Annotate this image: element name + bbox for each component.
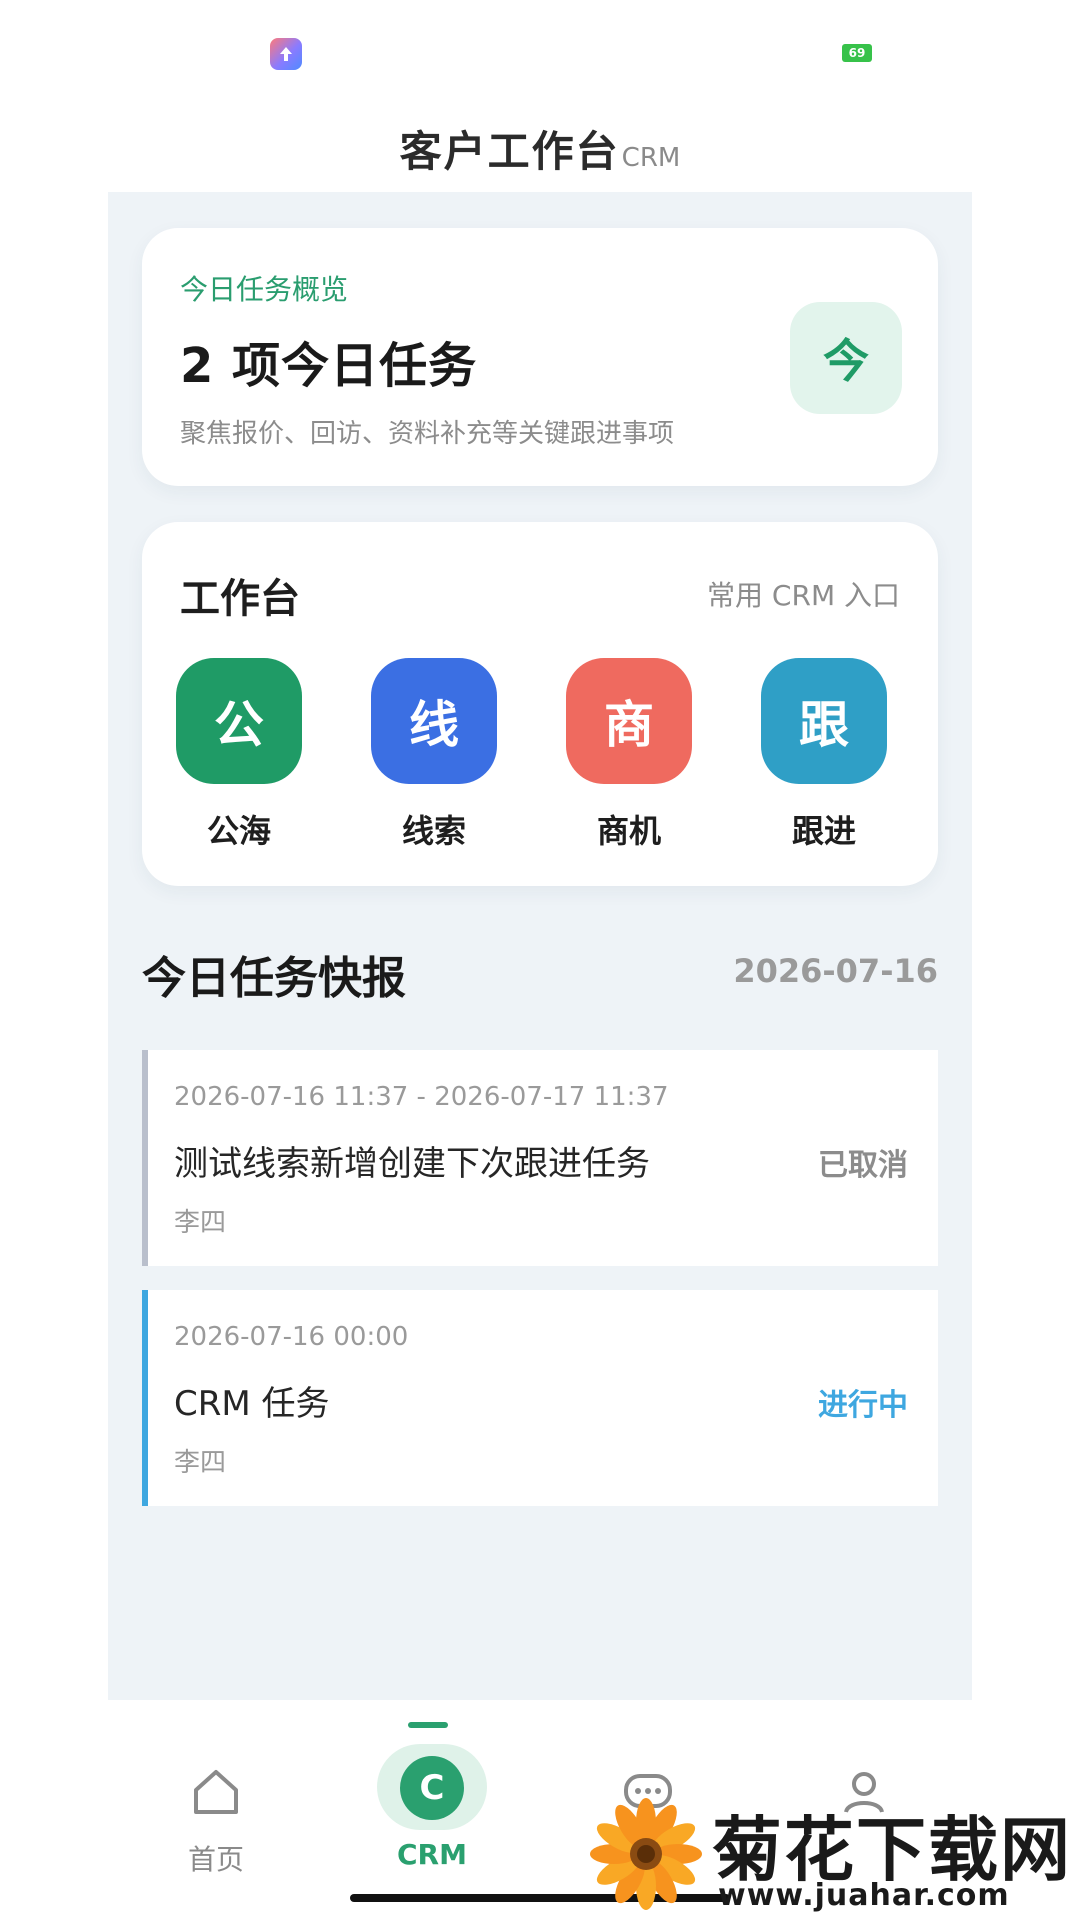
task-status-bar: [142, 1290, 148, 1506]
overview-description: 聚焦报价、回访、资料补充等关键跟进事项: [180, 419, 675, 449]
task-name: CRM 任务: [174, 1384, 330, 1424]
page-title: 客户工作台: [399, 127, 620, 176]
task-name: 测试线索新增创建下次跟进任务: [174, 1144, 650, 1184]
overview-label: 今日任务概览: [180, 273, 349, 306]
tab-home-label: 首页: [187, 1843, 244, 1876]
workbench-item-label: 公海: [206, 812, 271, 850]
tab-crm-label: CRM: [397, 1838, 467, 1871]
screen: 69 客户工作台CRM 今日任务概览 2 项今日任务 聚焦报价、回访、资料补充等…: [0, 0, 1080, 1920]
workbench-item-leads[interactable]: 线 线索: [354, 658, 514, 852]
status-bar: 69: [0, 0, 1080, 100]
active-tab-indicator: [408, 1722, 448, 1728]
public-pool-icon: 公: [176, 658, 302, 784]
tab-home[interactable]: 首页: [108, 1700, 324, 1900]
workbench-item-label: 线索: [401, 812, 466, 850]
tab-crm[interactable]: C CRM: [324, 1700, 540, 1900]
task-owner: 李四: [174, 1448, 227, 1478]
follow-up-icon: 跟: [761, 658, 887, 784]
tasks-section-title: 今日任务快报: [142, 953, 406, 1004]
task-time: 2026-07-16 11:37 - 2026-07-17 11:37: [174, 1082, 669, 1112]
workbench-item-public-pool[interactable]: 公 公海: [159, 658, 319, 852]
overview-count: 2 项今日任务: [180, 338, 478, 394]
main-content: 今日任务概览 2 项今日任务 聚焦报价、回访、资料补充等关键跟进事项 今 工作台…: [108, 192, 972, 1700]
task-status: 已取消: [818, 1148, 908, 1183]
task-item[interactable]: 2026-07-16 00:00 CRM 任务 进行中 李四: [142, 1290, 938, 1506]
task-owner: 李四: [174, 1208, 227, 1238]
workbench-item-follow-up[interactable]: 跟 跟进: [744, 658, 904, 852]
task-item[interactable]: 2026-07-16 11:37 - 2026-07-17 11:37 测试线索…: [142, 1050, 938, 1266]
tasks-section-date: 2026-07-16: [733, 952, 938, 990]
battery-icon: 69: [842, 44, 872, 62]
task-status: 进行中: [818, 1388, 908, 1423]
workbench-title: 工作台: [180, 576, 300, 622]
leads-icon: 线: [371, 658, 497, 784]
task-overview-card[interactable]: 今日任务概览 2 项今日任务 聚焦报价、回访、资料补充等关键跟进事项 今: [142, 228, 938, 486]
home-icon: [194, 1770, 238, 1814]
workbench-card: 工作台 常用 CRM 入口 公 公海 线 线索 商 商机 跟 跟进: [142, 522, 938, 886]
watermark-url: www.juahar.com: [718, 1878, 1010, 1913]
flower-logo-icon: [590, 1798, 702, 1910]
workbench-item-label: 商机: [596, 812, 661, 850]
page-subtitle: CRM: [621, 143, 681, 173]
task-status-bar: [142, 1050, 148, 1266]
workbench-grid: 公 公海 线 线索 商 商机 跟 跟进: [142, 658, 938, 858]
opportunities-icon: 商: [566, 658, 692, 784]
watermark: 菊花下载网 www.juahar.com: [590, 1788, 1080, 1920]
page-header: 客户工作台CRM: [0, 100, 1080, 190]
workbench-item-label: 跟进: [791, 812, 856, 850]
app-notification-icon: [270, 38, 302, 70]
task-time: 2026-07-16 00:00: [174, 1322, 409, 1352]
workbench-item-opportunities[interactable]: 商 商机: [549, 658, 709, 852]
crm-icon: C: [400, 1756, 464, 1820]
today-badge-icon: 今: [790, 302, 902, 414]
workbench-hint: 常用 CRM 入口: [707, 579, 900, 612]
